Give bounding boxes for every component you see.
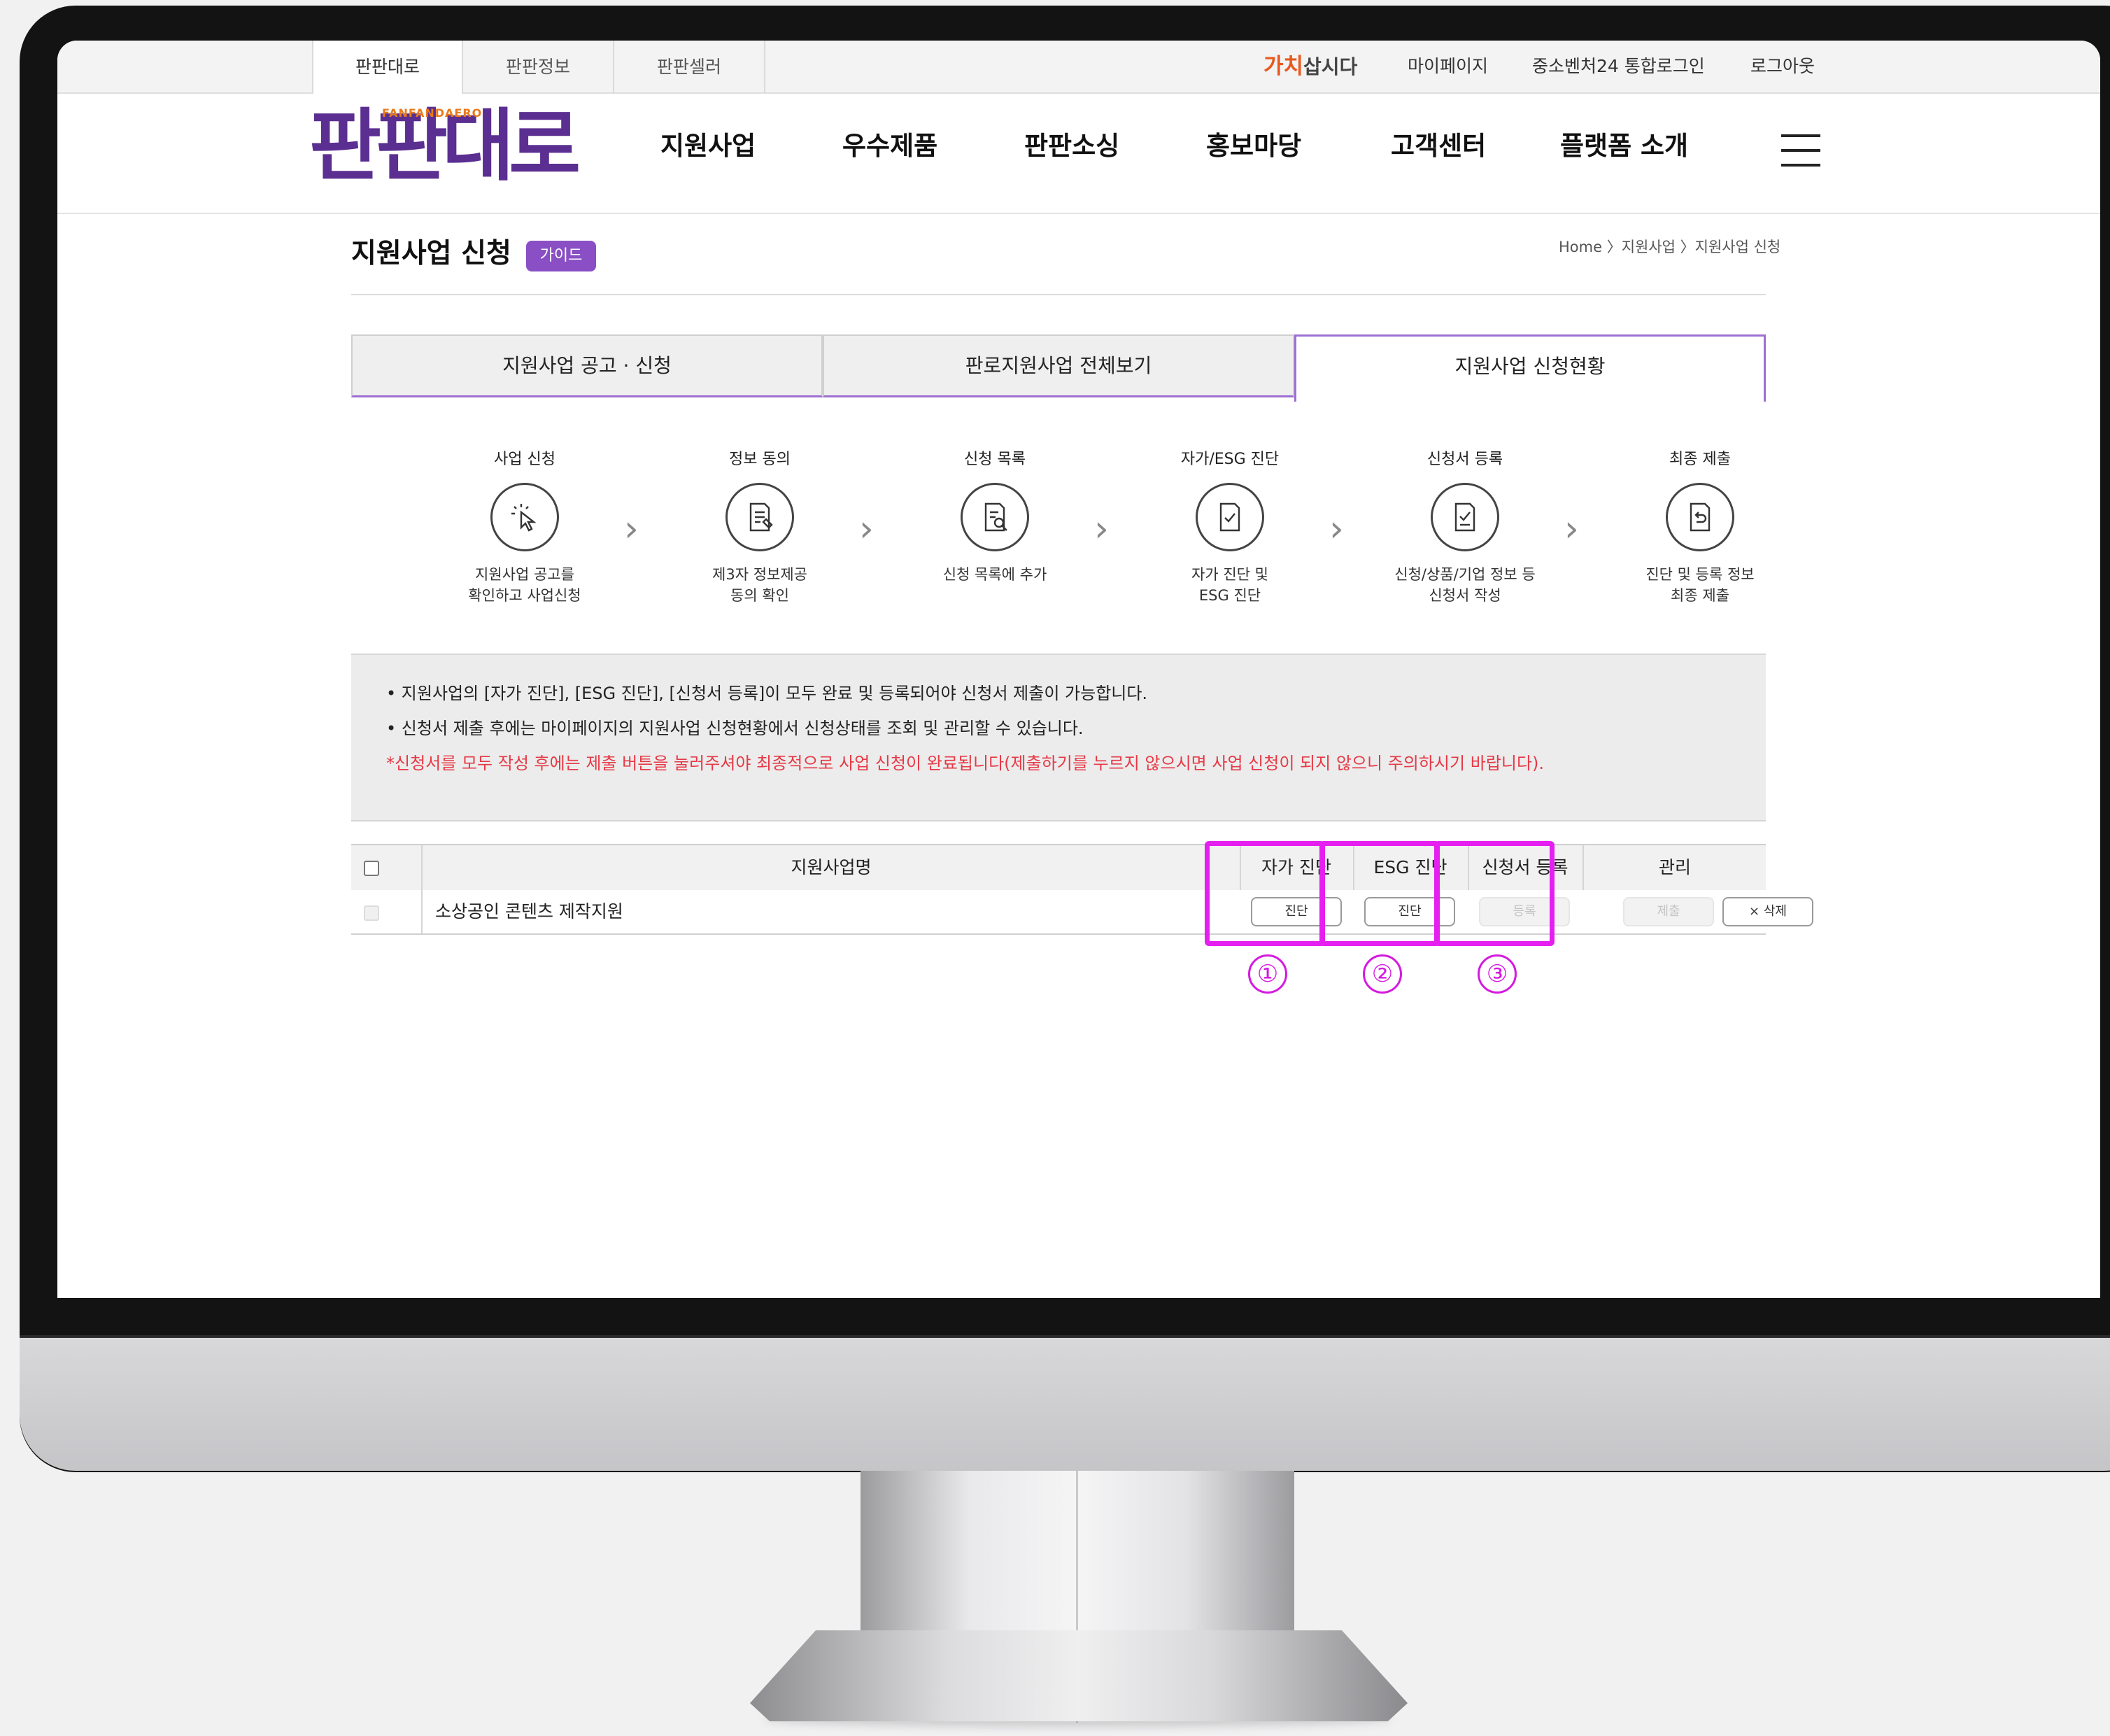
annotation-number-3: ③ xyxy=(1478,954,1517,994)
gnb-item-platform-intro[interactable]: 플랫폼 소개 xyxy=(1560,129,1688,164)
row-checkbox[interactable] xyxy=(364,905,379,921)
chevron-right-icon: › xyxy=(1094,508,1109,550)
chevron-right-icon: › xyxy=(859,508,874,550)
breadcrumb: Home 〉지원사업 〉지원사업 신청 xyxy=(1559,239,1781,255)
step-label: 자가/ESG 진단 xyxy=(1180,451,1280,468)
step-label: 신청서 등록 xyxy=(1426,451,1503,468)
brand-red-text: 가치 xyxy=(1263,54,1304,79)
monitor-stand-foot xyxy=(750,1630,1408,1721)
highlight-application-register xyxy=(1434,841,1555,946)
brand-dark-text: 삽시다 xyxy=(1303,55,1358,78)
document-return-icon xyxy=(1666,483,1734,551)
step-description: 지원사업 공고를 확인하고 사업신청 xyxy=(468,566,581,604)
site-header: 판판대로 FANFANDAERO 지원사업 우수제품 판판소싱 홍보마당 고객센… xyxy=(57,94,2100,214)
step-description: 진단 및 등록 정보 최종 제출 xyxy=(1645,566,1755,604)
tab-application-status[interactable]: 지원사업 신청현황 xyxy=(1294,334,1766,402)
page-title: 지원사업 신청 xyxy=(351,238,511,269)
monitor-chin xyxy=(20,1336,2110,1471)
cursor-click-icon xyxy=(490,483,559,551)
step-description: 자가 진단 및 ESG 진단 xyxy=(1191,566,1268,604)
step-description: 신청/상품/기업 정보 등 신청서 작성 xyxy=(1394,566,1536,604)
step-self-esg-diagnosis: 자가/ESG 진단 자가 진단 및 ESG 진단 xyxy=(1132,449,1328,606)
hamburger-menu-icon[interactable] xyxy=(1781,134,1820,178)
submit-button[interactable]: 제출 xyxy=(1623,897,1714,926)
step-application-register: 신청서 등록 신청/상품/기업 정보 등 신청서 작성 xyxy=(1367,449,1563,606)
program-name-cell: 소상공인 콘텐츠 제작지원 xyxy=(435,901,623,922)
step-label: 사업 신청 xyxy=(494,451,555,468)
bezel-seam xyxy=(20,1335,2110,1338)
document-check-icon xyxy=(1196,483,1264,551)
document-check-icon xyxy=(1431,483,1499,551)
site-logo-subtext: FANFANDAERO xyxy=(382,106,483,120)
top-tab-fanfaninfo[interactable]: 판판정보 xyxy=(463,41,614,94)
notice-box: • 지원사업의 [자가 진단], [ESG 진단], [신청서 등록]이 모두 … xyxy=(351,654,1766,821)
chevron-right-icon: › xyxy=(1564,508,1579,550)
column-divider xyxy=(421,890,423,933)
gnb-item-sourcing[interactable]: 판판소싱 xyxy=(1024,129,1119,164)
top-tab-fanfandaero[interactable]: 판판대로 xyxy=(312,41,463,95)
delete-label: × 삭제 xyxy=(1749,904,1787,919)
notice-line-1: • 지원사업의 [자가 진단], [ESG 진단], [신청서 등록]이 모두 … xyxy=(386,684,1148,703)
header-program-name: 지원사업명 xyxy=(791,857,872,877)
util-link-logout[interactable]: 로그아웃 xyxy=(1750,55,1815,78)
util-link-integrated-login[interactable]: 중소벤처24 통합로그인 xyxy=(1532,55,1705,78)
top-tab-fanfanseller[interactable]: 판판셀러 xyxy=(614,41,765,94)
notice-warning: *신청서를 모두 작성 후에는 제출 버튼을 눌러주셔야 최종적으로 사업 신청… xyxy=(386,754,1545,773)
title-divider xyxy=(351,294,1766,295)
chevron-right-icon: › xyxy=(624,508,639,550)
step-label: 최종 제출 xyxy=(1669,451,1731,468)
step-final-submit: 최종 제출 진단 및 등록 정보 최종 제출 xyxy=(1602,449,1798,606)
step-label: 정보 동의 xyxy=(729,451,791,468)
tab-announcement-apply[interactable]: 지원사업 공고 · 신청 xyxy=(351,334,823,397)
top-utility-bar: 판판대로 판판정보 판판셀러 가치삽시다 마이페이지 중소벤처24 통합로그인 … xyxy=(57,41,2100,95)
step-info-consent: 정보 동의 제3자 정보제공 동의 확인 xyxy=(662,449,858,606)
step-business-apply: 사업 신청 지원사업 공고를 확인하고 사업신청 xyxy=(427,449,623,606)
screen: 판판대로 판판정보 판판셀러 가치삽시다 마이페이지 중소벤처24 통합로그인 … xyxy=(57,41,2100,1298)
step-description: 신청 목록에 추가 xyxy=(942,566,1047,583)
document-search-icon xyxy=(961,483,1029,551)
step-description: 제3자 정보제공 동의 확인 xyxy=(712,566,807,604)
chevron-right-icon: › xyxy=(1329,508,1344,550)
highlight-esg-diagnosis xyxy=(1319,841,1440,946)
select-all-checkbox[interactable] xyxy=(364,861,379,876)
util-link-mypage[interactable]: 마이페이지 xyxy=(1408,55,1488,78)
notice-line-2: • 신청서 제출 후에는 마이페이지의 지원사업 신청현황에서 신청상태를 조회… xyxy=(386,719,1084,738)
brand-link-gachi[interactable]: 가치삽시다 xyxy=(1263,55,1357,80)
gnb-item-products[interactable]: 우수제품 xyxy=(842,129,937,164)
highlight-self-diagnosis xyxy=(1205,841,1325,946)
header-manage: 관리 xyxy=(1658,857,1691,877)
tab-all-programs[interactable]: 판로지원사업 전체보기 xyxy=(823,334,1294,397)
annotation-number-2: ② xyxy=(1363,954,1402,994)
gnb-item-customer-center[interactable]: 고객센터 xyxy=(1391,129,1486,164)
step-label: 신청 목록 xyxy=(964,451,1026,468)
document-pen-icon xyxy=(725,483,794,551)
annotation-number-1: ① xyxy=(1248,954,1287,994)
delete-button[interactable]: × 삭제 xyxy=(1722,897,1813,926)
step-application-list: 신청 목록 신청 목록에 추가 xyxy=(897,449,1093,585)
gnb-item-promotion[interactable]: 홍보마당 xyxy=(1206,129,1301,164)
gnb-item-support[interactable]: 지원사업 xyxy=(660,129,756,164)
guide-badge[interactable]: 가이드 xyxy=(526,241,596,271)
